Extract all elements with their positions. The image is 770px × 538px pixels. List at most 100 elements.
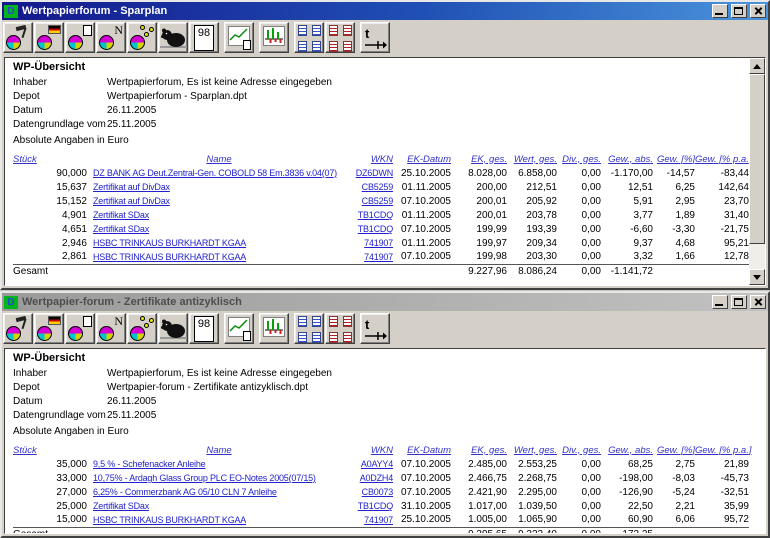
stueck-cell: 33,000 <box>13 471 93 485</box>
document-pie-button[interactable] <box>65 22 95 53</box>
col-name[interactable]: Name <box>93 443 345 457</box>
maximize-button[interactable] <box>731 4 747 18</box>
pie-chart-icon <box>68 326 83 341</box>
ek-ges-cell: 2.421,90 <box>451 485 507 499</box>
wkn-link[interactable]: A0DZH4 <box>345 471 393 485</box>
gew-pct-cell: -3,30 <box>653 222 695 236</box>
name-link[interactable]: 6,25% - Commerzbank AG 05/10 CLN 7 Anlei… <box>93 485 345 499</box>
pie-chart-icon <box>99 326 114 341</box>
letter-n-pie-button[interactable]: N <box>96 22 126 53</box>
col-wkn[interactable]: WKN <box>345 152 393 166</box>
col-stueck[interactable]: Stück <box>13 152 93 166</box>
wkn-link[interactable]: DZ6DWN <box>345 166 393 180</box>
bar-chart-button[interactable] <box>259 313 289 344</box>
molecule-pie-button[interactable] <box>127 313 157 344</box>
info-row-inhaber: InhaberWertpapierforum, Es ist keine Adr… <box>13 77 749 91</box>
germany-flag-pie-button[interactable] <box>34 313 64 344</box>
col-wert-ges[interactable]: Wert, ges. <box>507 443 557 457</box>
name-link[interactable]: HSBC TRINKAUS BURKHARDT KGAA <box>93 250 345 264</box>
molecule-pie-button[interactable] <box>127 22 157 53</box>
documents-red-button[interactable] <box>325 22 355 53</box>
name-link[interactable]: HSBC TRINKAUS BURKHARDT KGAA <box>93 236 345 250</box>
scroll-down-button[interactable] <box>749 269 765 285</box>
col-wert-ges[interactable]: Wert, ges. <box>507 152 557 166</box>
col-ek-datum[interactable]: EK-Datum <box>393 152 451 166</box>
line-chart-report-button[interactable] <box>224 313 254 344</box>
col-gew-pct-pa[interactable]: Gew. [% p.a.] <box>695 152 749 166</box>
div-ges-cell: 0,00 <box>557 513 601 527</box>
wkn-link[interactable]: TB1CDQ <box>345 208 393 222</box>
total-ek-ges: 9.395,65 <box>451 527 507 534</box>
gew-pct-pa-cell: 95,21 <box>695 236 749 250</box>
year-98-button[interactable]: 98 <box>189 313 219 344</box>
minimize-button[interactable] <box>712 4 728 18</box>
wkn-link[interactable]: TB1CDQ <box>345 499 393 513</box>
name-link[interactable]: 10,75% - Ardagh Glass Group PLC EO-Notes… <box>93 471 345 485</box>
wkn-link[interactable]: 741907 <box>345 513 393 527</box>
wkn-link[interactable]: A0AYY4 <box>345 457 393 471</box>
documents-blue-button[interactable] <box>294 22 324 53</box>
documents-blue-button[interactable] <box>294 313 324 344</box>
name-link[interactable]: DZ BANK AG Deut.Zentral-Gen. COBOLD 58 E… <box>93 166 345 180</box>
col-div-ges[interactable]: Div., ges. <box>557 443 601 457</box>
document-pie-button[interactable] <box>65 313 95 344</box>
bear-button[interactable] <box>158 22 188 53</box>
wkn-link[interactable]: TB1CDQ <box>345 222 393 236</box>
bar-chart-button[interactable] <box>259 22 289 53</box>
gew-pct-pa-cell: 35,99 <box>695 499 749 513</box>
col-gew-pct[interactable]: Gew. [%] <box>653 443 695 457</box>
col-ek-ges[interactable]: EK, ges. <box>451 152 507 166</box>
letter-n-pie-button[interactable]: N <box>96 313 126 344</box>
gew-pct-pa-cell: 23,70 <box>695 194 749 208</box>
time-axis-button[interactable]: t <box>360 313 390 344</box>
wkn-link[interactable]: CB5259 <box>345 194 393 208</box>
app-icon[interactable]: D <box>4 296 18 309</box>
line-chart-report-button[interactable] <box>224 22 254 53</box>
col-gew-abs[interactable]: Gew., abs. <box>601 443 653 457</box>
name-link[interactable]: Zertifikat SDax <box>93 499 345 513</box>
currency-note: Absolute Angaben in Euro <box>13 135 749 149</box>
gew-abs-cell: 60,90 <box>601 513 653 527</box>
name-link[interactable]: 9,5 % - Schefenacker Anleihe <box>93 457 345 471</box>
scroll-up-button[interactable] <box>749 58 765 74</box>
stueck-cell: 15,152 <box>13 194 93 208</box>
col-div-ges[interactable]: Div., ges. <box>557 152 601 166</box>
wkn-link[interactable]: 741907 <box>345 250 393 264</box>
vertical-scrollbar[interactable] <box>749 58 765 285</box>
app-icon[interactable]: D <box>4 5 18 18</box>
col-wkn[interactable]: WKN <box>345 443 393 457</box>
name-link[interactable]: Zertifikat auf DivDax <box>93 194 345 208</box>
close-button[interactable] <box>750 4 766 18</box>
hammer-pie-button[interactable] <box>3 313 33 344</box>
bear-button[interactable] <box>158 313 188 344</box>
maximize-button[interactable] <box>731 295 747 309</box>
hammer-pie-button[interactable] <box>3 22 33 53</box>
name-link[interactable]: Zertifikat SDax <box>93 208 345 222</box>
name-link[interactable]: Zertifikat auf DivDax <box>93 180 345 194</box>
wkn-link[interactable]: 741907 <box>345 236 393 250</box>
col-gew-abs[interactable]: Gew., abs. <box>601 152 653 166</box>
total-row: Gesamt 9.227,96 8.086,24 0,00 -1.141,72 <box>13 264 749 278</box>
col-ek-ges[interactable]: EK, ges. <box>451 443 507 457</box>
close-button[interactable] <box>750 295 766 309</box>
table-row: 2,861 HSBC TRINKAUS BURKHARDT KGAA 74190… <box>13 250 749 264</box>
toolbar: N 98 t <box>2 311 768 346</box>
col-gew-pct[interactable]: Gew. [%] <box>653 152 695 166</box>
wkn-link[interactable]: CB0073 <box>345 485 393 499</box>
minimize-button[interactable] <box>712 295 728 309</box>
time-axis-button[interactable]: t <box>360 22 390 53</box>
name-link[interactable]: HSBC TRINKAUS BURKHARDT KGAA <box>93 513 345 527</box>
bear-icon <box>160 27 187 51</box>
scrollbar-thumb[interactable] <box>749 74 765 244</box>
molecule-icon <box>140 316 154 328</box>
name-link[interactable]: Zertifikat SDax <box>93 222 345 236</box>
info-value: 25.11.2005 <box>107 410 156 421</box>
col-name[interactable]: Name <box>93 152 345 166</box>
documents-red-button[interactable] <box>325 313 355 344</box>
wkn-link[interactable]: CB5259 <box>345 180 393 194</box>
col-ek-datum[interactable]: EK-Datum <box>393 443 451 457</box>
germany-flag-pie-button[interactable] <box>34 22 64 53</box>
col-gew-pct-pa[interactable]: Gew. [% p.a.] <box>695 443 749 457</box>
col-stueck[interactable]: Stück <box>13 443 93 457</box>
year-98-button[interactable]: 98 <box>189 22 219 53</box>
